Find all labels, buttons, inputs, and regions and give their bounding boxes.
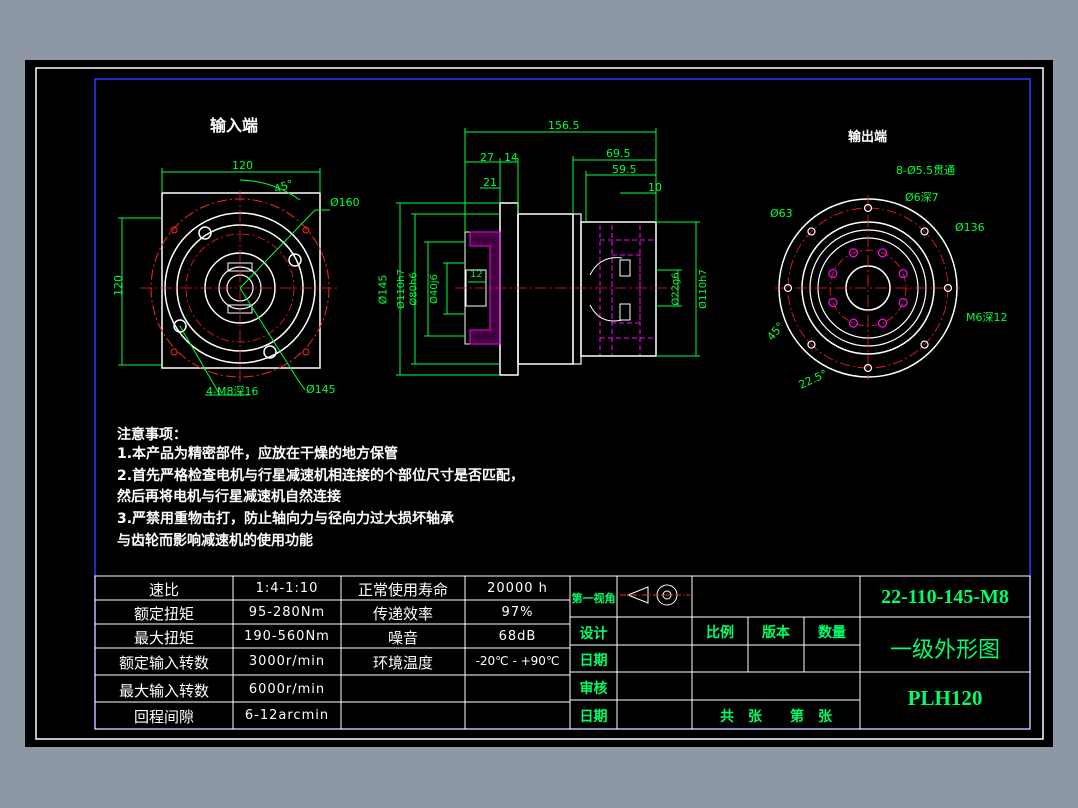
note-line-4: 3.严禁用重物击打，防止轴向力与径向力过大损坏轴承 [117,511,455,527]
first-angle-label: 第一视角 [571,592,616,605]
dim-d63: Ø63 [770,207,793,220]
spec-label-2: 传递效率 [372,605,433,623]
part-number: 22-110-145-M8 [881,586,1009,608]
dim-8-holes: 8-Ø5.5贯通 [896,164,956,177]
spec-value: 190-560Nm [244,629,330,644]
spec-label: 回程间隙 [133,708,194,726]
dim-14: 14 [504,151,518,164]
notes-title: 注意事项： [117,427,187,443]
spec-value-2: 68dB [498,629,537,644]
spec-label: 最大扭矩 [133,629,194,647]
dim-4-m8: 4-M8深16 [206,385,259,398]
drawing-name: 一级外形图 [889,638,1000,663]
spec-value-2: 20000 h [487,581,548,596]
dim-m6-deep12: M6深12 [966,311,1008,324]
dim-d110h7: Ø110h7 [395,269,407,309]
dim-69-5: 69.5 [606,147,631,160]
dim-120-top: 120 [232,159,253,172]
note-line-1: 1.本产品为精密部件，应放在干燥的地方保管 [117,446,399,462]
dim-10: 10 [648,181,662,194]
dim-d22g6: Ø22g6 [670,272,682,306]
dim-d110h7-right: Ø110h7 [697,269,709,309]
spec-value: 95-280Nm [248,605,326,620]
dim-21: 21 [483,176,497,189]
spec-value-2: -20℃ - +90℃ [475,654,560,668]
dim-156-5: 156.5 [548,119,580,132]
spec-value: 1:4-1:10 [255,581,319,596]
dim-d40j6: Ø40j6 [428,274,440,304]
spec-value-2: 97% [501,605,534,620]
model-number: PLH120 [907,686,983,710]
dim-d145-input: Ø145 [306,383,336,396]
spec-label: 速比 [148,581,179,599]
dim-12: 12 [470,269,483,280]
scale-label: 比例 [706,625,734,641]
dim-d6-deep7: Ø6深7 [905,191,939,204]
dim-59-5: 59.5 [612,163,637,176]
dim-d136: Ø136 [955,221,985,234]
spec-label: 额定输入转数 [118,654,209,672]
spec-value: 6-12arcmin [244,708,330,723]
sheets-label: 共 张 第 张 [720,709,832,725]
spec-value: 3000r/min [248,654,326,669]
dim-120-side: 120 [112,275,125,296]
output-end-label: 输出端 [848,130,888,145]
date-label-2: 日期 [579,709,608,725]
spec-label: 最大输入转数 [118,682,209,700]
note-line-5: 与齿轮而影响减速机的使用功能 [117,533,313,549]
dim-d80h6: Ø80h6 [408,272,420,306]
spec-label-2: 噪音 [387,629,418,647]
input-end-label: 输入端 [210,116,259,135]
quantity-label: 数量 [818,625,846,641]
design-label: 设计 [579,626,608,642]
spec-value: 6000r/min [248,682,326,697]
spec-label-2: 环境温度 [372,654,433,672]
dim-27: 27 [480,151,494,164]
spec-label: 额定扭矩 [133,605,194,623]
dim-d145-side: Ø145 [376,274,390,305]
date-label-1: 日期 [579,653,608,669]
version-label: 版本 [762,625,790,641]
note-line-3: 然后再将电机与行星减速机自然连接 [117,489,341,505]
note-line-2: 2.首先严格检查电机与行星减速机相连接的个部位尺寸是否匹配， [117,468,525,484]
spec-label-2: 正常使用寿命 [357,581,448,599]
review-label: 审核 [579,681,608,697]
dim-d160: Ø160 [330,196,360,209]
